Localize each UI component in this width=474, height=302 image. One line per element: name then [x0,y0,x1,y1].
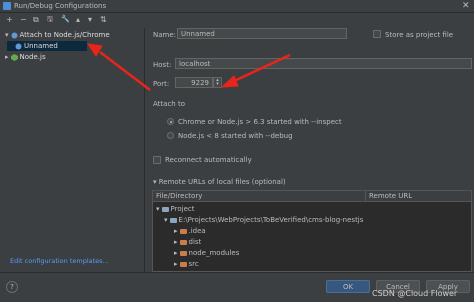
annotation-arrowhead-2 [220,75,239,88]
annotation-arrow-2 [231,53,291,84]
annotation-arrows [86,43,291,91]
watermark: CSDN @Cloud Flower [372,289,458,298]
annotation-arrowhead-1 [86,43,103,57]
annotation-arrow-1 [99,51,151,91]
